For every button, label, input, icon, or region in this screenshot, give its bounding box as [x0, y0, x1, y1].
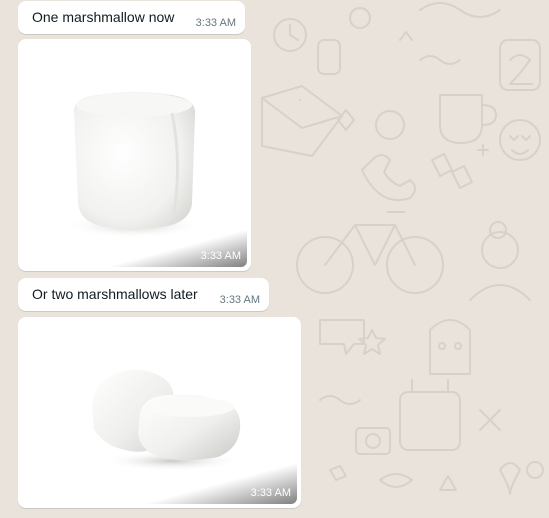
message-bubble-text[interactable]: Or two marshmallows later 3:33 AM — [18, 278, 269, 311]
image-timestamp: 3:33 AM — [200, 250, 241, 262]
message-timestamp: 3:33 AM — [195, 17, 236, 29]
message-text: Or two marshmallows later — [32, 286, 198, 302]
message-text: One marshmallow now — [32, 9, 175, 25]
message-timestamp: 3:33 AM — [219, 294, 260, 306]
image-timestamp: 3:33 AM — [250, 487, 291, 499]
message-bubble-image[interactable]: 3:33 AM — [18, 317, 301, 508]
image-thumbnail[interactable]: 3:33 AM — [22, 321, 297, 504]
image-thumbnail[interactable]: 3:33 AM — [22, 43, 247, 267]
message-bubble-text[interactable]: One marshmallow now 3:33 AM — [18, 1, 245, 34]
message-bubble-image[interactable]: 3:33 AM — [18, 39, 251, 271]
